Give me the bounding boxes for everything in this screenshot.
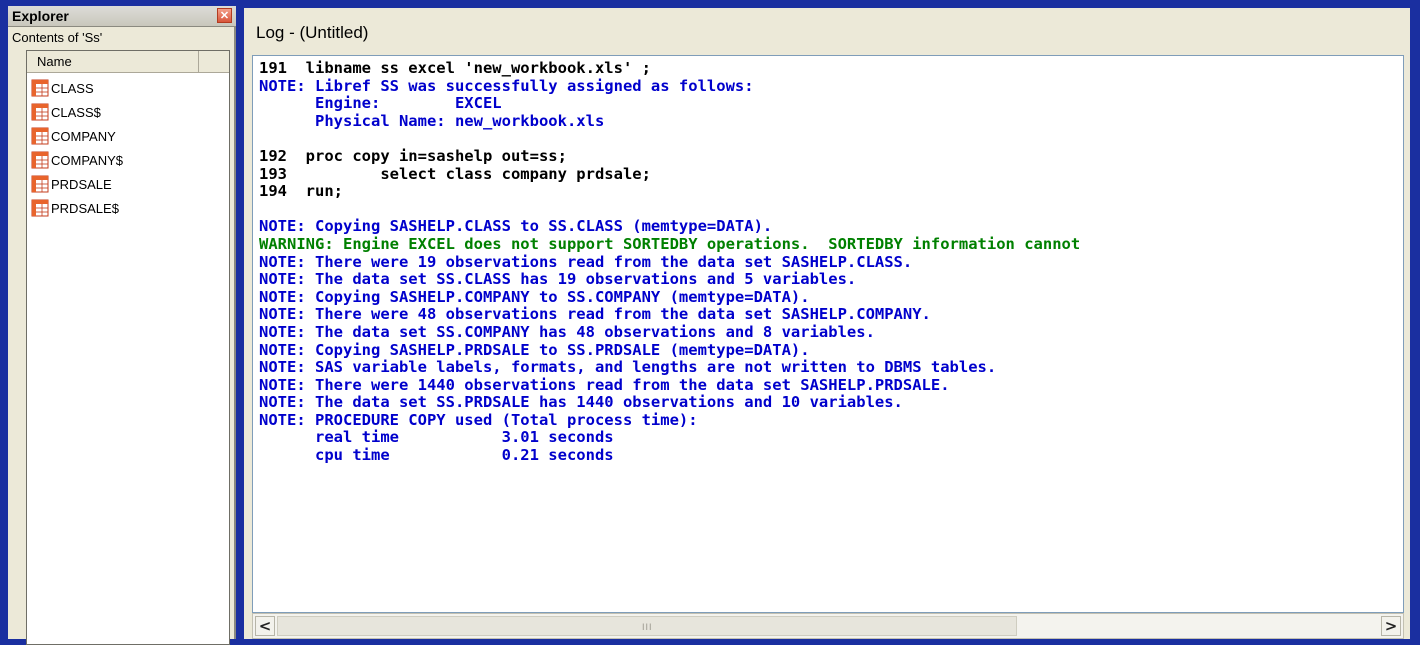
log-line: WARNING: Engine EXCEL does not support S… <box>259 234 1081 253</box>
list-item-label: COMPANY <box>51 129 116 144</box>
arrow-right-icon[interactable]: > <box>1381 616 1401 636</box>
dataset-icon <box>31 199 49 217</box>
column-header-blank <box>199 51 229 72</box>
list-item[interactable]: CLASS$ <box>31 101 221 125</box>
dataset-icon <box>31 127 49 145</box>
dataset-list: Name CLASS CLASS$ COMPANY COMPANY$ PRDSALE PR… <box>26 50 230 645</box>
explorer-panel: Explorer ✕ Contents of 'Ss' Name CLASS CL… <box>8 6 236 645</box>
list-item[interactable]: COMPANY <box>31 125 221 149</box>
list-header: Name <box>27 51 229 73</box>
log-content[interactable]: 191 libname ss excel 'new_workbook.xls' … <box>252 55 1404 613</box>
scroll-thumb[interactable]: III <box>277 616 1017 636</box>
log-line: NOTE: The data set SS.COMPANY has 48 obs… <box>259 322 875 341</box>
dataset-icon <box>31 151 49 169</box>
log-line: NOTE: The data set SS.CLASS has 19 obser… <box>259 270 857 289</box>
log-line: 192 proc copy in=sashelp out=ss; <box>259 146 567 165</box>
log-line: NOTE: Copying SASHELP.CLASS to SS.CLASS … <box>259 217 773 236</box>
list-item-label: PRDSALE <box>51 177 112 192</box>
log-line: NOTE: SAS variable labels, formats, and … <box>259 358 997 377</box>
list-item[interactable]: PRDSALE <box>31 173 221 197</box>
log-line: 193 select class company prdsale; <box>259 164 651 183</box>
horizontal-scrollbar[interactable]: < III > <box>252 613 1404 639</box>
arrow-left-icon[interactable]: < <box>255 616 275 636</box>
explorer-titlebar: Explorer ✕ <box>8 6 236 27</box>
grip-icon: III <box>642 622 653 632</box>
log-line: NOTE: There were 1440 observations read … <box>259 375 950 394</box>
log-title: Log - (Untitled) <box>256 23 369 42</box>
dataset-icon <box>31 79 49 97</box>
log-line: NOTE: Copying SASHELP.PRDSALE to SS.PRDS… <box>259 340 810 359</box>
log-line: NOTE: The data set SS.PRDSALE has 1440 o… <box>259 393 903 412</box>
log-line: real time 3.01 seconds <box>259 428 614 447</box>
list-item[interactable]: CLASS <box>31 77 221 101</box>
log-line: NOTE: There were 19 observations read fr… <box>259 252 913 271</box>
log-line: NOTE: There were 48 observations read fr… <box>259 305 931 324</box>
log-line: Physical Name: new_workbook.xls <box>259 111 605 130</box>
dataset-icon <box>31 103 49 121</box>
log-line: Engine: EXCEL <box>259 94 502 113</box>
log-window: Log - (Untitled) 191 libname ss excel 'n… <box>244 8 1410 639</box>
dataset-icon <box>31 175 49 193</box>
log-line: NOTE: Libref SS was successfully assigne… <box>259 76 754 95</box>
log-line: 194 run; <box>259 182 343 201</box>
column-header-name[interactable]: Name <box>27 51 199 72</box>
list-item[interactable]: PRDSALE$ <box>31 197 221 221</box>
log-line: cpu time 0.21 seconds <box>259 446 614 465</box>
contents-label: Contents of 'Ss' <box>12 30 103 45</box>
list-item-label: COMPANY$ <box>51 153 123 168</box>
log-line: 191 libname ss excel 'new_workbook.xls' … <box>259 59 651 77</box>
list-item-label: CLASS$ <box>51 105 101 120</box>
log-line: NOTE: Copying SASHELP.COMPANY to SS.COMP… <box>259 287 810 306</box>
list-item[interactable]: COMPANY$ <box>31 149 221 173</box>
explorer-splitter[interactable] <box>234 26 236 639</box>
explorer-title: Explorer <box>12 8 69 24</box>
list-item-label: CLASS <box>51 81 94 96</box>
log-line: NOTE: PROCEDURE COPY used (Total process… <box>259 410 698 429</box>
list-item-label: PRDSALE$ <box>51 201 119 216</box>
log-text: 191 libname ss excel 'new_workbook.xls' … <box>259 59 1081 465</box>
close-icon[interactable]: ✕ <box>217 8 232 23</box>
